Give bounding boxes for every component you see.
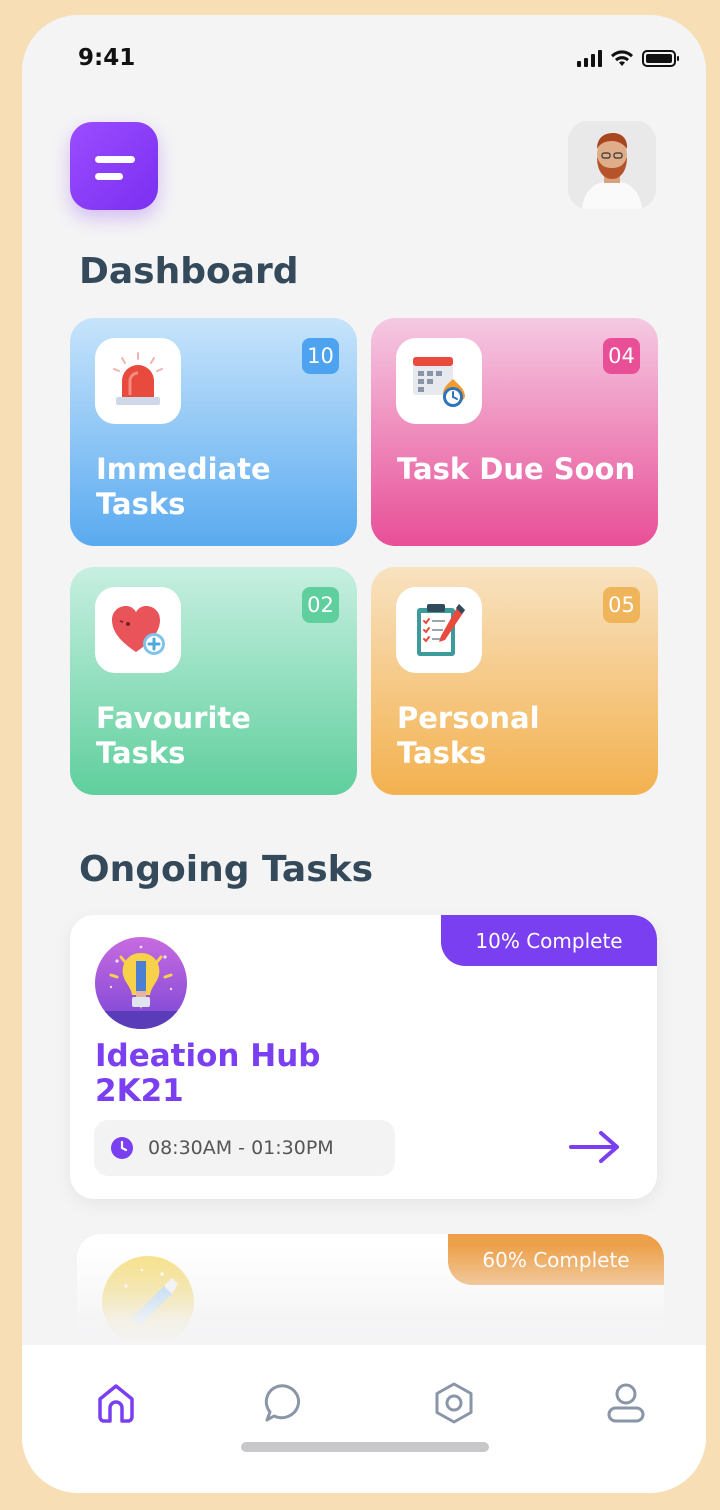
card-task-due-soon[interactable]: 04 Task Due Soon — [371, 318, 658, 546]
menu-icon-bar — [95, 173, 123, 180]
profile-icon[interactable] — [604, 1381, 648, 1425]
user-avatar[interactable] — [568, 121, 656, 209]
lightbulb-pencil-icon — [95, 937, 187, 1029]
card-label: Task Due Soon — [397, 452, 636, 486]
progress-badge: 10% Complete — [441, 915, 657, 966]
heart-plus-icon — [112, 606, 165, 655]
arrow-right-icon[interactable] — [567, 1127, 623, 1167]
task-title: Ideation Hub 2K21 — [95, 1038, 321, 1109]
signal-icon — [577, 49, 602, 67]
bottom-nav — [22, 1345, 706, 1493]
phone-screen: 9:41 Dashboard 10 Immediate Tasks 04 Tas… — [22, 15, 706, 1493]
clock-icon — [111, 1137, 133, 1159]
battery-icon — [642, 49, 679, 67]
card-immediate-tasks[interactable]: 10 Immediate Tasks — [70, 318, 357, 546]
chat-icon[interactable] — [263, 1381, 307, 1425]
dashboard-title: Dashboard — [79, 251, 299, 292]
avatar-image — [568, 121, 656, 209]
ongoing-task-card[interactable]: 10% Complete Ideation Hub 2K21 08:30AM -… — [70, 915, 657, 1199]
clipboard-pen-icon — [417, 604, 465, 656]
wifi-icon — [611, 50, 633, 66]
task-time-chip: 08:30AM - 01:30PM — [94, 1120, 395, 1176]
card-personal-tasks[interactable]: 05 Personal Tasks — [371, 567, 658, 795]
card-count: 10 — [302, 338, 339, 374]
card-label: Personal Tasks — [397, 701, 540, 770]
calendar-clock-icon — [413, 357, 465, 407]
home-indicator[interactable] — [241, 1442, 489, 1452]
scroll-fade — [22, 1245, 706, 1345]
card-label: Favourite Tasks — [96, 701, 251, 770]
home-icon[interactable] — [94, 1381, 138, 1425]
card-icon-box — [95, 587, 181, 673]
siren-icon — [113, 352, 163, 405]
card-favourite-tasks[interactable]: 02 Favourite Tasks — [70, 567, 357, 795]
card-count: 04 — [603, 338, 640, 374]
menu-button[interactable] — [70, 122, 158, 210]
card-icon-box — [396, 587, 482, 673]
settings-hex-icon[interactable] — [432, 1381, 476, 1425]
status-icons — [577, 49, 679, 67]
card-label: Immediate Tasks — [96, 452, 271, 521]
card-count: 02 — [302, 587, 339, 623]
status-time: 9:41 — [78, 45, 136, 71]
task-time: 08:30AM - 01:30PM — [148, 1137, 334, 1159]
ongoing-tasks-title: Ongoing Tasks — [79, 849, 374, 890]
card-icon-box — [396, 338, 482, 424]
card-icon-box — [95, 338, 181, 424]
card-count: 05 — [603, 587, 640, 623]
menu-icon — [95, 156, 135, 163]
